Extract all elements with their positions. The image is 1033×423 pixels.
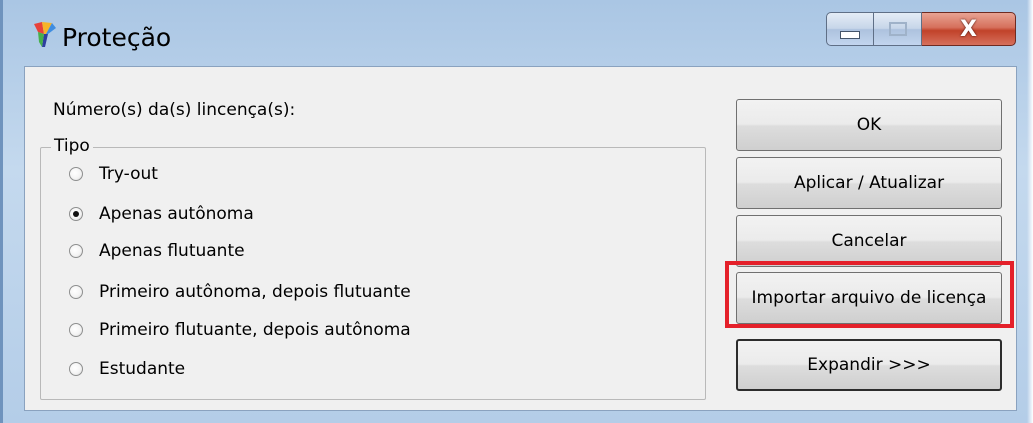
caption-buttons: X bbox=[826, 12, 1016, 48]
close-icon: X bbox=[960, 16, 977, 42]
radio-label: Apenas flutuante bbox=[99, 241, 245, 261]
radio-option-apenas-flutuante[interactable]: Apenas flutuante bbox=[69, 241, 245, 261]
minimize-button[interactable] bbox=[826, 12, 874, 46]
radio-option-apenas-autonoma[interactable]: Apenas autônoma bbox=[69, 204, 254, 224]
title-bar[interactable]: Proteção X bbox=[0, 0, 1033, 62]
apply-update-button[interactable]: Aplicar / Atualizar bbox=[736, 157, 1002, 209]
license-numbers-label: Número(s) da(s) lincença(s): bbox=[53, 100, 296, 120]
window-left-edge bbox=[0, 0, 3, 423]
highlight-annotation bbox=[725, 261, 1014, 328]
radio-label: Primeiro flutuante, depois autônoma bbox=[99, 320, 411, 340]
radio-button[interactable] bbox=[69, 244, 83, 258]
minimize-icon bbox=[840, 31, 860, 39]
maximize-icon bbox=[888, 22, 907, 36]
maximize-button[interactable] bbox=[874, 12, 922, 46]
radio-button[interactable] bbox=[69, 167, 83, 181]
close-button[interactable]: X bbox=[922, 12, 1016, 46]
window-title: Proteção bbox=[62, 23, 172, 52]
type-group-title: Tipo bbox=[51, 136, 93, 156]
radio-label: Primeiro autônoma, depois flutuante bbox=[99, 282, 411, 302]
radio-label: Try-out bbox=[99, 164, 158, 184]
dialog-client-area: Número(s) da(s) lincença(s): Tipo Try-ou… bbox=[24, 66, 1017, 411]
radio-button[interactable] bbox=[69, 285, 83, 299]
radio-option-primeiro-autonoma[interactable]: Primeiro autônoma, depois flutuante bbox=[69, 282, 411, 302]
radio-button[interactable] bbox=[69, 207, 83, 221]
radio-label: Estudante bbox=[99, 359, 186, 379]
expand-button[interactable]: Expandir >>> bbox=[736, 339, 1002, 391]
radio-button[interactable] bbox=[69, 362, 83, 376]
radio-option-try-out[interactable]: Try-out bbox=[69, 164, 158, 184]
radio-label: Apenas autônoma bbox=[99, 204, 254, 224]
app-icon bbox=[34, 22, 56, 47]
cancel-button[interactable]: Cancelar bbox=[736, 215, 1002, 267]
ok-button[interactable]: OK bbox=[736, 99, 1002, 151]
radio-button[interactable] bbox=[69, 323, 83, 337]
radio-option-estudante[interactable]: Estudante bbox=[69, 359, 185, 379]
window-right-fade bbox=[1027, 0, 1033, 423]
radio-option-primeiro-flutuante[interactable]: Primeiro flutuante, depois autônoma bbox=[69, 320, 411, 340]
